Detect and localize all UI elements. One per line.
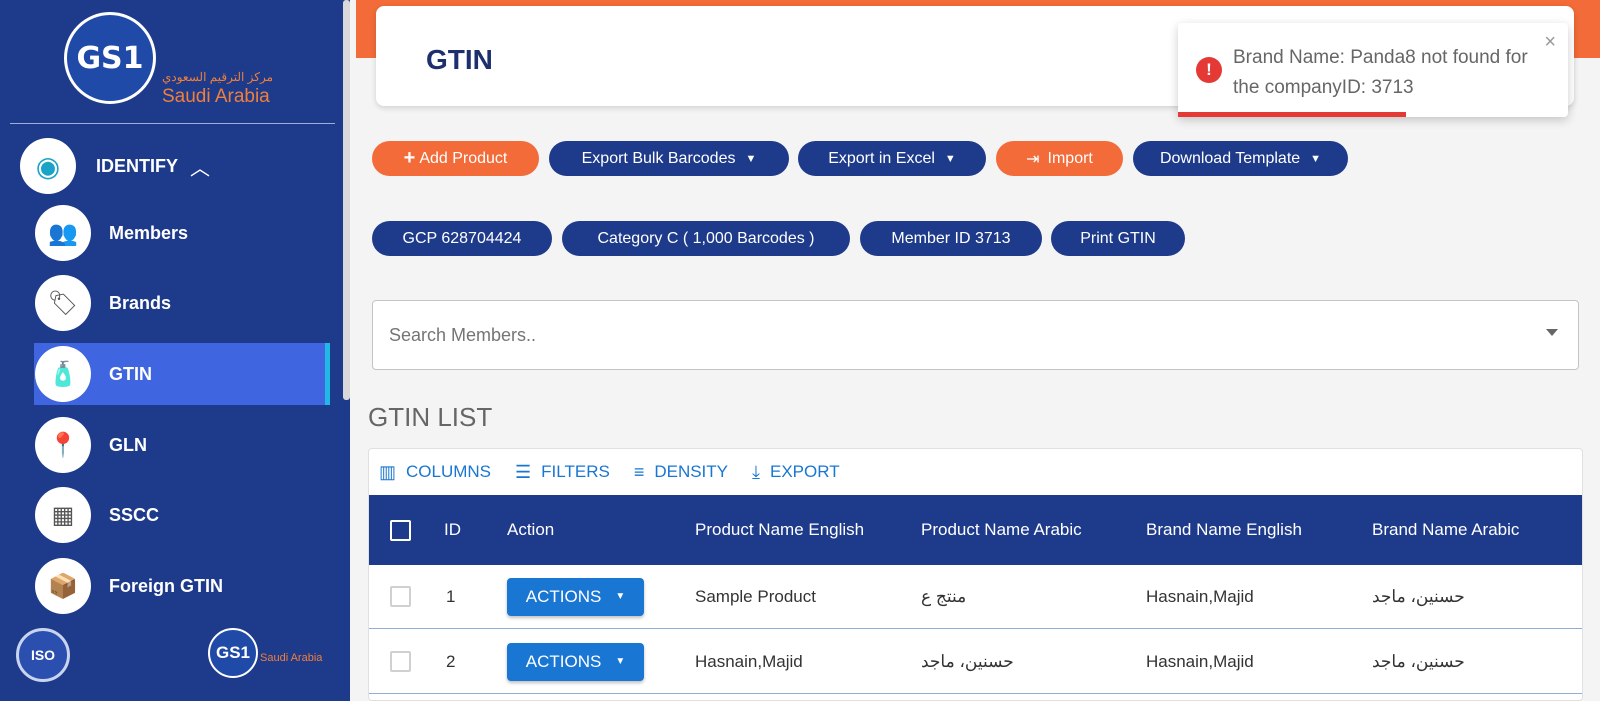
gcp-chip: GCP 628704424: [372, 221, 552, 256]
row-checkbox[interactable]: [390, 630, 411, 693]
brand-tag-icon: 🏷: [35, 275, 91, 331]
cell-action: ACTIONS ▼: [507, 565, 644, 628]
sidebar-item-sscc[interactable]: ▦ SSCC: [34, 484, 330, 546]
column-header-brand-ar[interactable]: Brand Name Arabic: [1372, 495, 1519, 565]
gs1-logo[interactable]: GS1 مركز الترقيم السعودي Saudi Arabia: [60, 8, 290, 108]
members-icon: 👥: [35, 205, 91, 261]
actions-button[interactable]: ACTIONS ▼: [507, 577, 644, 616]
eye-icon: ◉: [20, 138, 76, 194]
export-bulk-barcodes-button[interactable]: Export Bulk Barcodes ▼: [549, 141, 789, 176]
select-all-checkbox[interactable]: [390, 495, 411, 565]
gtin-product-icon: 🧴: [35, 346, 91, 402]
download-template-button[interactable]: Download Template ▼: [1133, 141, 1348, 176]
toast-progress-bar: [1178, 112, 1406, 117]
error-icon: !: [1196, 57, 1222, 83]
density-button[interactable]: ≡ DENSITY: [634, 462, 728, 483]
error-toast: ! Brand Name: Panda8 not found for the c…: [1178, 23, 1568, 117]
iso-badge: ISO: [16, 628, 70, 682]
column-header-product-ar[interactable]: Product Name Arabic: [921, 495, 1082, 565]
cell-brand-en: Hasnain,Majid: [1146, 651, 1254, 671]
gs1-logo-mark: GS1: [208, 628, 258, 678]
sidebar-item-label: GTIN: [109, 363, 152, 384]
sidebar-item-label: GLN: [109, 434, 147, 455]
cell-id: 2: [446, 651, 456, 671]
logo-country-text: Saudi Arabia: [162, 86, 270, 107]
page-title: GTIN: [426, 44, 493, 75]
category-chip: Category C ( 1,000 Barcodes ): [562, 221, 850, 256]
caret-down-icon: ▼: [615, 656, 626, 667]
member-id-chip: Member ID 3713: [860, 221, 1042, 256]
sidebar-item-label: Brands: [109, 292, 172, 313]
location-store-icon: 📍: [35, 417, 91, 473]
cell-action: ACTIONS ▼: [507, 630, 644, 693]
plus-icon: +: [403, 147, 416, 169]
gs1-logo-mark: GS1: [64, 12, 156, 104]
sidebar-item-gtin[interactable]: 🧴 GTIN: [34, 343, 330, 405]
column-header-id[interactable]: ID: [444, 495, 461, 565]
cell-product-ar: منتج ع: [921, 586, 967, 606]
print-gtin-button[interactable]: Print GTIN: [1051, 221, 1185, 256]
gtin-data-grid: ▥ COLUMNS ☰ FILTERS ≡ DENSITY ⤓ EXPORT I…: [368, 448, 1583, 701]
table-row: 2 ACTIONS ▼ Hasnain,Majid حسنين، ماجد Ha…: [369, 630, 1582, 694]
export-button[interactable]: ⤓ EXPORT: [752, 462, 840, 483]
grid-toolbar: ▥ COLUMNS ☰ FILTERS ≡ DENSITY ⤓ EXPORT: [369, 449, 1582, 495]
column-header-brand-en[interactable]: Brand Name English: [1146, 495, 1302, 565]
container-icon: ▦: [35, 487, 91, 543]
sidebar-item-label: Members: [109, 222, 189, 243]
dropdown-arrow-icon[interactable]: [1546, 329, 1558, 336]
density-icon: ≡: [633, 461, 645, 482]
sidebar-section-identify[interactable]: ◉ IDENTIFY ︿: [20, 138, 210, 194]
sidebar-item-gln[interactable]: 📍 GLN: [34, 414, 330, 476]
cell-brand-ar: حسنين، ماجد: [1372, 651, 1465, 671]
export-excel-button[interactable]: Export in Excel ▼: [798, 141, 986, 176]
sidebar-item-label: SSCC: [109, 504, 160, 525]
columns-icon: ▥: [379, 461, 397, 482]
list-title: GTIN LIST: [368, 402, 493, 432]
row-checkbox[interactable]: [390, 565, 411, 628]
toast-message: Brand Name: Panda8 not found for the com…: [1233, 47, 1528, 98]
columns-button[interactable]: ▥ COLUMNS: [379, 462, 491, 483]
chevron-up-icon[interactable]: ︿: [190, 152, 210, 181]
search-members-select[interactable]: [372, 300, 1579, 370]
logo-arabic-text: مركز الترقيم السعودي: [162, 70, 274, 84]
sidebar-divider: [10, 123, 335, 124]
filter-icon: ☰: [515, 461, 532, 482]
cell-id: 1: [446, 586, 456, 606]
cell-product-en: Hasnain,Majid: [695, 651, 803, 671]
cell-product-en: Sample Product: [695, 586, 816, 606]
logo-country-text: Saudi Arabia: [260, 652, 323, 664]
section-label: IDENTIFY: [96, 155, 179, 176]
caret-down-icon: ▼: [944, 152, 956, 165]
table-header: ID Action Product Name English Product N…: [369, 495, 1582, 565]
sidebar-scrollbar[interactable]: [343, 0, 350, 400]
add-product-button[interactable]: + Add Product: [372, 141, 539, 176]
column-header-product-en[interactable]: Product Name English: [695, 495, 864, 565]
actions-button[interactable]: ACTIONS ▼: [507, 642, 644, 681]
cell-product-ar: حسنين، ماجد: [921, 651, 1014, 671]
cell-brand-ar: حسنين، ماجد: [1372, 586, 1465, 606]
sidebar-item-brands[interactable]: 🏷 Brands: [34, 272, 330, 334]
sidebar-item-foreign-gtin[interactable]: 📦 Foreign GTIN: [34, 555, 330, 617]
table-row: 1 ACTIONS ▼ Sample Product منتج ع Hasnai…: [369, 565, 1582, 629]
sidebar-item-label: Foreign GTIN: [109, 575, 223, 596]
sidebar: GS1 مركز الترقيم السعودي Saudi Arabia ◉ …: [0, 0, 350, 701]
search-input[interactable]: [389, 319, 1489, 351]
caret-down-icon: ▼: [1310, 152, 1322, 165]
box-icon: 📦: [35, 558, 91, 614]
cell-brand-en: Hasnain,Majid: [1146, 586, 1254, 606]
import-icon: ⇥: [1026, 150, 1040, 168]
caret-down-icon: ▼: [745, 152, 757, 165]
caret-down-icon: ▼: [615, 591, 626, 602]
sidebar-item-members[interactable]: 👥 Members: [34, 202, 330, 264]
close-icon[interactable]: ×: [1544, 31, 1556, 54]
import-button[interactable]: ⇥ Import: [996, 141, 1123, 176]
column-header-action[interactable]: Action: [507, 495, 554, 565]
gs1-bottom-logo: GS1 Saudi Arabia: [208, 628, 322, 678]
filters-button[interactable]: ☰ FILTERS: [515, 462, 610, 483]
download-icon: ⤓: [752, 461, 760, 482]
